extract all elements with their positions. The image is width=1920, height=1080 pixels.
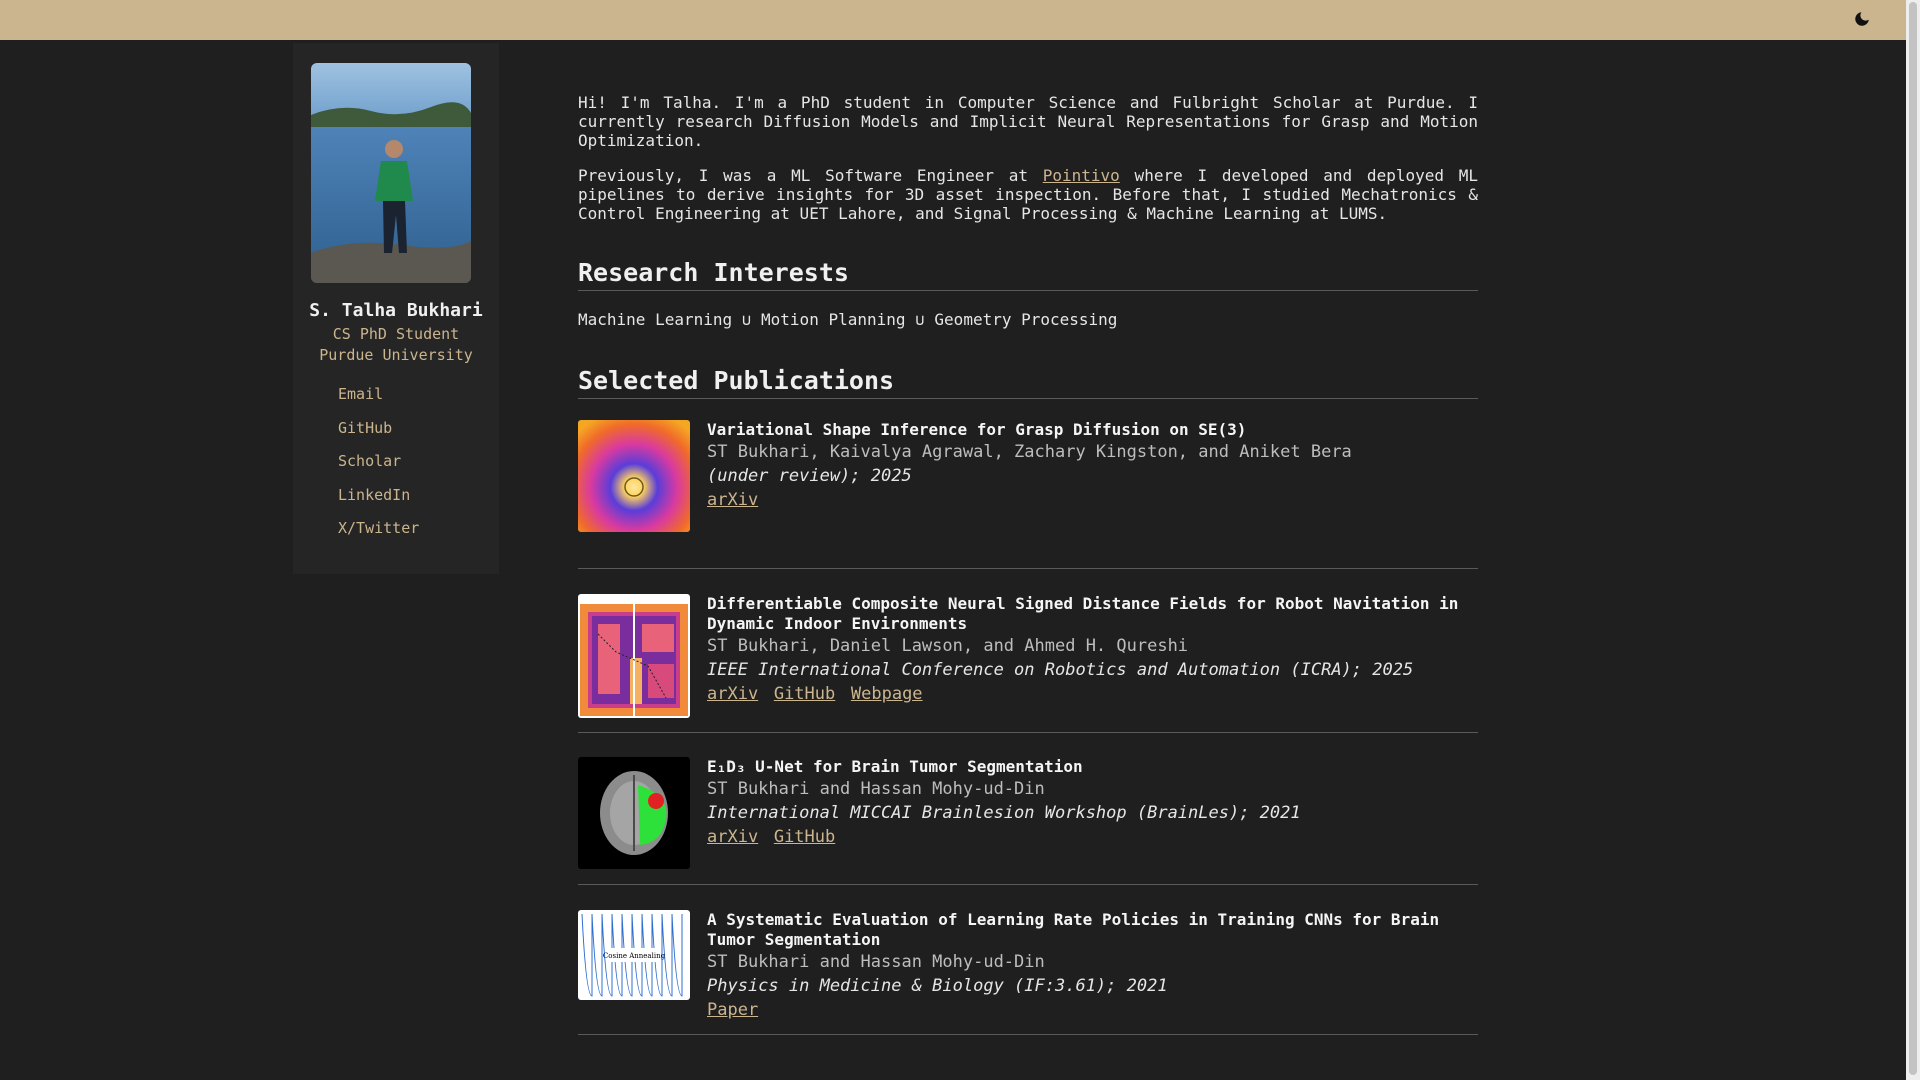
top-bar — [0, 0, 1906, 40]
pointivo-link[interactable]: Pointivo — [1043, 166, 1120, 185]
scrollbar-thumb[interactable] — [1909, 2, 1917, 1075]
publication-item: E₁D₃ U-Net for Brain Tumor Segmentation … — [578, 757, 1478, 885]
learning-rate-thumbnail: Cosine Annealing — [578, 910, 690, 1000]
background-paragraph: Previously, I was a ML Software Engineer… — [578, 166, 1478, 223]
publication-authors: ST Bukhari, Daniel Lawson, and Ahmed H. … — [707, 636, 1189, 656]
brain-tumor-thumbnail — [578, 757, 690, 869]
github-link[interactable]: GitHub — [774, 827, 835, 847]
scholar-link[interactable]: Scholar — [338, 451, 499, 485]
publications-heading: Selected Publications — [578, 366, 1478, 399]
main-content: Hi! I'm Talha. I'm a PhD student in Comp… — [578, 93, 1478, 1035]
twitter-link[interactable]: X/Twitter — [338, 518, 499, 552]
research-interests-text: Machine Learning ∪ Motion Planning ∪ Geo… — [578, 310, 1118, 329]
publication-body: Differentiable Composite Neural Signed D… — [707, 594, 1478, 732]
publication-title: Variational Shape Inference for Grasp Di… — [707, 420, 1247, 439]
publication-venue: (under review); 2025 — [707, 466, 912, 486]
intro-paragraph: Hi! I'm Talha. I'm a PhD student in Comp… — [578, 93, 1478, 150]
linkedin-link[interactable]: LinkedIn — [338, 485, 499, 519]
publication-body: A Systematic Evaluation of Learning Rate… — [707, 910, 1478, 1034]
arxiv-link[interactable]: arXiv — [707, 684, 758, 704]
publication-body: Variational Shape Inference for Grasp Di… — [707, 420, 1478, 568]
publication-authors: ST Bukhari, Kaivalya Agrawal, Zachary Ki… — [707, 442, 1352, 462]
email-link[interactable]: Email — [338, 384, 499, 418]
publication-title: A Systematic Evaluation of Learning Rate… — [707, 910, 1440, 949]
publication-item: Differentiable Composite Neural Signed D… — [578, 594, 1478, 733]
navigation-sdf-thumbnail — [578, 594, 690, 718]
publication-venue: IEEE International Conference on Robotic… — [707, 660, 1414, 680]
profile-links: Email GitHub Scholar LinkedIn X/Twitter — [293, 384, 499, 552]
github-link[interactable]: GitHub — [338, 418, 499, 452]
publication-links: arXiv GitHub Webpage — [707, 682, 1478, 706]
profile-name: S. Talha Bukhari — [309, 300, 483, 321]
publication-item: Variational Shape Inference for Grasp Di… — [578, 420, 1478, 569]
research-interests-heading: Research Interests — [578, 258, 1478, 291]
publication-body: E₁D₃ U-Net for Brain Tumor Segmentation … — [707, 757, 1478, 884]
arxiv-link[interactable]: arXiv — [707, 490, 758, 510]
publication-item: Cosine Annealing A Systematic Evaluation… — [578, 910, 1478, 1035]
grasp-field-thumbnail — [578, 420, 690, 532]
profile-sidebar: S. Talha Bukhari CS PhD Student Purdue U… — [293, 43, 499, 574]
publication-venue: Physics in Medicine & Biology (IF:3.61);… — [707, 976, 1168, 996]
arxiv-link[interactable]: arXiv — [707, 827, 758, 847]
profile-role: CS PhD Student — [332, 325, 460, 343]
thumbnail-caption: Cosine Annealing — [603, 952, 666, 960]
publication-authors: ST Bukhari and Hassan Mohy-ud-Din — [707, 779, 1045, 799]
publication-links: arXiv — [707, 488, 1478, 512]
profile-photo — [311, 63, 471, 283]
webpage-link[interactable]: Webpage — [851, 684, 923, 704]
moon-icon[interactable] — [1850, 7, 1874, 31]
publication-title: Differentiable Composite Neural Signed D… — [707, 594, 1459, 633]
publication-authors: ST Bukhari and Hassan Mohy-ud-Din — [707, 952, 1045, 972]
paper-link[interactable]: Paper — [707, 1000, 758, 1020]
publication-title: E₁D₃ U-Net for Brain Tumor Segmentation — [707, 757, 1083, 776]
publication-venue: International MICCAI Brainlesion Worksho… — [707, 803, 1301, 823]
profile-affiliation: Purdue University — [319, 346, 473, 364]
publication-links: arXiv GitHub — [707, 825, 1478, 849]
github-link[interactable]: GitHub — [774, 684, 835, 704]
scrollbar[interactable] — [1906, 0, 1920, 1080]
background-text: Previously, I was a ML Software Engineer… — [578, 166, 1043, 185]
publication-links: Paper — [707, 998, 1478, 1022]
